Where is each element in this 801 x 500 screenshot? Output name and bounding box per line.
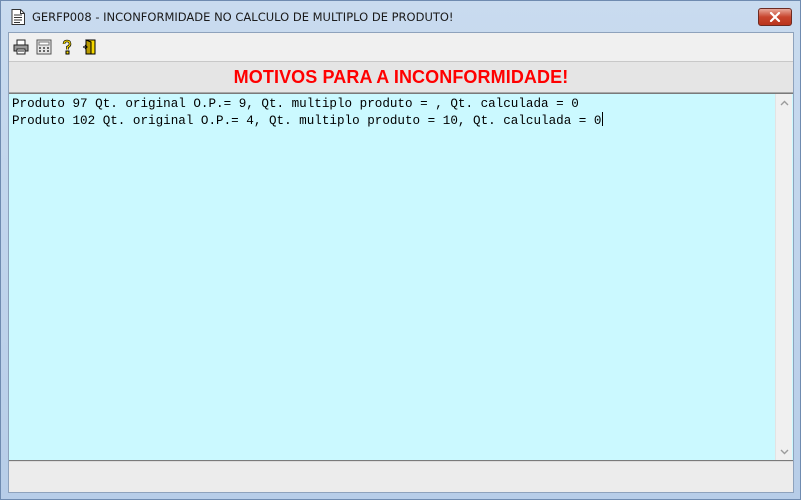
chevron-down-icon: [780, 449, 789, 454]
memo-line: Produto 102 Qt. original O.P.= 4, Qt. mu…: [12, 114, 602, 128]
main-window: GERFP008 - INCONFORMIDADE NO CALCULO DE …: [0, 0, 801, 500]
status-bar: [9, 461, 793, 492]
vertical-scrollbar[interactable]: [775, 94, 792, 460]
reasons-memo[interactable]: Produto 97 Qt. original O.P.= 9, Qt. mul…: [9, 93, 793, 461]
exit-button[interactable]: [81, 38, 99, 56]
question-icon: [62, 39, 72, 55]
window-title: GERFP008 - INCONFORMIDADE NO CALCULO DE …: [32, 10, 454, 24]
scroll-down-button[interactable]: [776, 443, 793, 460]
header-panel: MOTIVOS PARA A INCONFORMIDADE!: [9, 61, 793, 93]
document-icon: [11, 9, 25, 25]
memo-text[interactable]: Produto 97 Qt. original O.P.= 9, Qt. mul…: [12, 96, 604, 129]
calculator-icon: [36, 39, 52, 55]
toolbar: [9, 33, 793, 61]
printer-icon: [13, 39, 29, 55]
exit-door-icon: [83, 39, 96, 55]
memo-line-with-caret: Produto 102 Qt. original O.P.= 4, Qt. mu…: [12, 112, 604, 129]
client-area: MOTIVOS PARA A INCONFORMIDADE! Produto 9…: [8, 32, 794, 493]
text-caret: [602, 112, 604, 126]
print-button[interactable]: [12, 38, 30, 56]
page-title: MOTIVOS PARA A INCONFORMIDADE!: [233, 66, 569, 87]
memo-line: Produto 97 Qt. original O.P.= 9, Qt. mul…: [12, 97, 579, 111]
close-icon: [769, 12, 781, 22]
calculator-button[interactable]: [35, 38, 53, 56]
close-button[interactable]: [758, 8, 792, 26]
scroll-up-button[interactable]: [776, 94, 793, 111]
help-button[interactable]: [58, 38, 76, 56]
title-bar[interactable]: GERFP008 - INCONFORMIDADE NO CALCULO DE …: [1, 1, 800, 31]
chevron-up-icon: [780, 100, 789, 105]
